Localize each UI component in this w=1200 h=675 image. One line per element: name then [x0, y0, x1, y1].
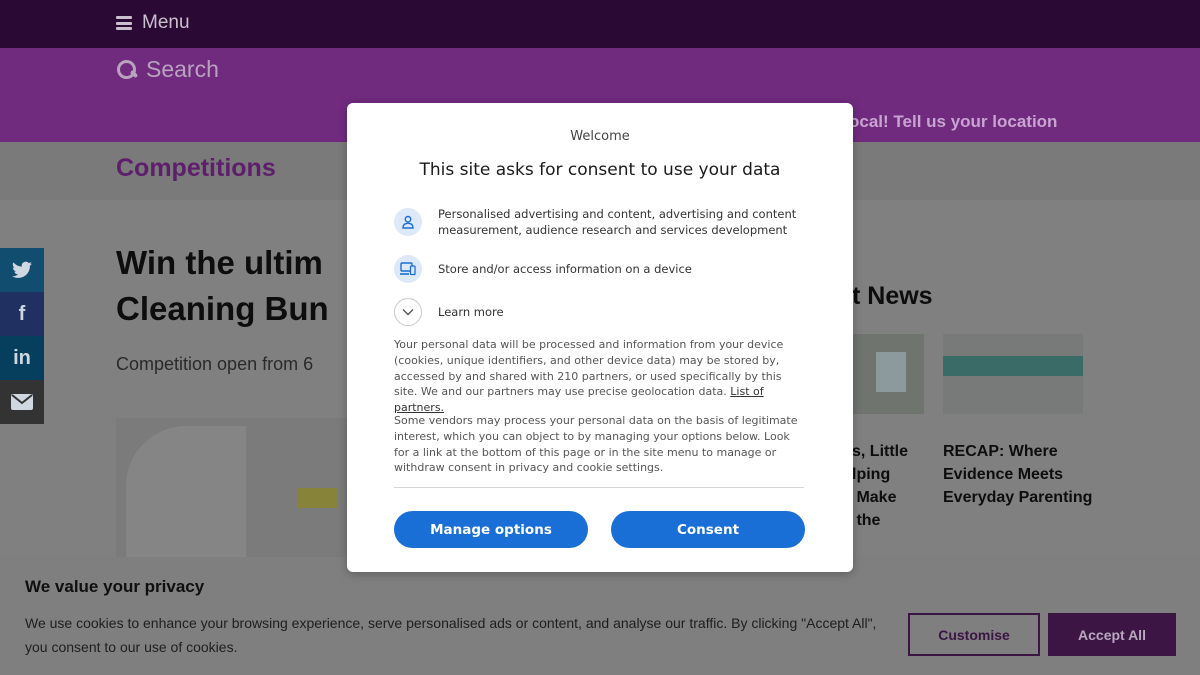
privacy-banner-text: We use cookies to enhance your browsing …	[25, 615, 877, 655]
devices-icon	[394, 255, 422, 283]
privacy-banner-title: We value your privacy	[25, 577, 205, 596]
consent-dialog: Welcome This site asks for consent to us…	[347, 103, 853, 572]
chevron-down-icon	[394, 298, 422, 326]
news-title-2[interactable]: RECAP: Where Evidence Meets Everyday Par…	[943, 440, 1093, 509]
news-thumbnail-1[interactable]	[852, 334, 924, 414]
purpose-label: Store and/or access information on a dev…	[438, 262, 692, 276]
customise-button[interactable]: Customise	[908, 613, 1040, 656]
article-title-line-2: Cleaning Bun	[116, 290, 329, 327]
person-icon	[394, 208, 422, 236]
twitter-share-button[interactable]	[0, 248, 44, 292]
consent-paragraph-1: Your personal data will be processed and…	[394, 337, 808, 416]
consent-paragraph-1-text: Your personal data will be processed and…	[394, 338, 784, 399]
accept-all-button[interactable]: Accept All	[1048, 613, 1176, 656]
location-prompt-link[interactable]: ocal! Tell us your location	[849, 112, 1057, 132]
consent-welcome: Welcome	[570, 129, 630, 144]
twitter-icon	[12, 261, 32, 278]
news-thumbnail-2[interactable]	[943, 334, 1083, 414]
facebook-icon: f	[18, 302, 26, 325]
linkedin-share-button[interactable]: in	[0, 336, 44, 380]
purpose-label: Personalised advertising and content, ad…	[438, 207, 797, 237]
purpose-item-storage: Store and/or access information on a dev…	[394, 255, 808, 283]
manage-options-button[interactable]: Manage options	[394, 511, 588, 548]
learn-more-label: Learn more	[438, 305, 504, 319]
search-icon	[116, 59, 138, 81]
menu-label: Menu	[142, 12, 190, 33]
article-title-line-1: Win the ultim	[116, 244, 323, 281]
email-icon	[11, 394, 33, 410]
consent-button[interactable]: Consent	[611, 511, 805, 548]
menu-button[interactable]: Menu	[116, 12, 190, 34]
linkedin-icon: in	[13, 346, 31, 369]
consent-divider	[394, 487, 804, 488]
facebook-share-button[interactable]: f	[0, 292, 44, 336]
article-title: Win the ultim Cleaning Bun	[116, 240, 329, 332]
article-subtitle: Competition open from 6	[116, 354, 314, 374]
latest-news-title: t News	[852, 282, 933, 310]
learn-more-toggle[interactable]: Learn more	[394, 298, 504, 326]
hamburger-icon	[116, 16, 132, 30]
search-button[interactable]: Search	[116, 56, 219, 83]
purpose-item-advertising: Personalised advertising and content, ad…	[394, 206, 808, 238]
share-bar: f in	[0, 248, 44, 424]
email-share-button[interactable]	[0, 380, 44, 424]
consent-heading: This site asks for consent to use your d…	[419, 160, 781, 180]
search-label: Search	[146, 56, 219, 82]
article-image	[116, 418, 356, 558]
news-title-1[interactable]: s, Little lping Make the	[852, 440, 922, 532]
consent-paragraph-2: Some vendors may process your personal d…	[394, 414, 798, 475]
section-title[interactable]: Competitions	[116, 154, 276, 183]
